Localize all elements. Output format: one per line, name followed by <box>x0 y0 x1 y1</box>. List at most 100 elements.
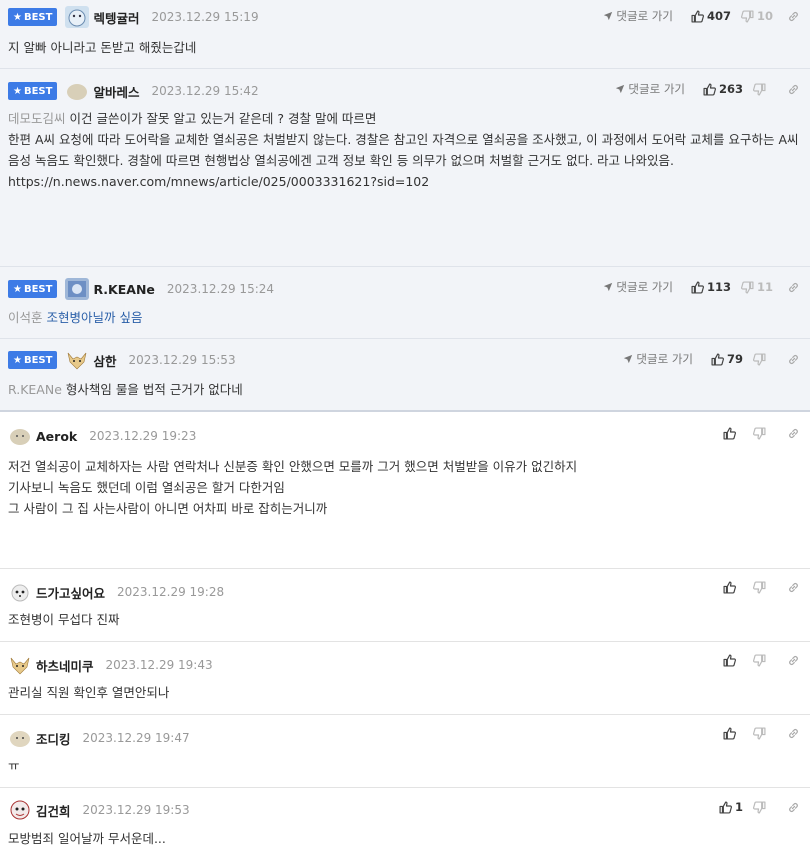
comment-text: 관리실 직원 확인후 열면안되나 <box>8 685 170 700</box>
thumbs-up-icon <box>703 83 716 96</box>
thumbs-down-icon <box>753 83 766 96</box>
reply-target[interactable]: 데모도김씨 <box>8 111 66 126</box>
comment-item: ★ BEST 렉텡귤러 2023.12.29 15:19 댓글로 가기 407 1… <box>0 0 810 69</box>
avatar[interactable] <box>65 6 90 28</box>
avatar[interactable] <box>8 581 32 603</box>
comment-text: 그 사람이 그 집 사는사람이 아니면 어차피 바로 잡히는거니까 <box>8 501 328 516</box>
upvote-button[interactable]: 1 <box>719 800 743 814</box>
comment-item: Aerok 2023.12.29 19:23 저건 열쇠공이 교체하자는 사람 … <box>0 412 810 569</box>
comment-text: ㅠ <box>8 758 20 773</box>
upvote-button[interactable]: 113 <box>691 280 731 294</box>
avatar[interactable] <box>8 799 32 821</box>
upvote-button[interactable]: 263 <box>703 82 743 96</box>
thumbs-down-icon <box>753 581 766 594</box>
thumbs-up-icon <box>691 10 704 23</box>
thumbs-up-icon <box>723 427 736 440</box>
downvote-button[interactable] <box>753 427 773 440</box>
avatar[interactable] <box>65 349 89 371</box>
reply-go-button[interactable]: 댓글로 가기 <box>615 81 685 97</box>
upvote-button[interactable] <box>723 654 743 667</box>
comment-author[interactable]: Aerok <box>36 429 77 444</box>
comment-author[interactable]: 조디킹 <box>36 729 71 748</box>
comment-text: 조현병이 무섭다 진짜 <box>8 612 120 627</box>
star-icon: ★ <box>13 354 22 366</box>
thumbs-down-icon <box>753 353 766 366</box>
reply-go-button[interactable]: 댓글로 가기 <box>623 351 693 367</box>
thumbs-down-icon <box>741 281 754 294</box>
comment-author[interactable]: 렉텡귤러 <box>93 8 139 27</box>
comment-item: 하츠네미쿠 2023.12.29 19:43 관리실 직원 확인후 열면안되나 <box>0 642 810 715</box>
upvote-button[interactable] <box>723 427 743 440</box>
link-icon[interactable] <box>787 83 800 96</box>
comment-text: 저건 열쇠공이 교체하자는 사람 연락처나 신분증 확인 안했으면 모를까 그거… <box>8 459 578 474</box>
arrow-icon <box>623 354 633 364</box>
thumbs-up-icon <box>719 801 732 814</box>
upvote-button[interactable] <box>723 727 743 740</box>
downvote-button[interactable] <box>753 801 773 814</box>
downvote-button[interactable]: 11 <box>741 280 773 294</box>
arrow-icon <box>615 84 625 94</box>
comment-author[interactable]: 하츠네미쿠 <box>36 656 94 675</box>
comment-date: 2023.12.29 15:24 <box>166 282 275 296</box>
comment-item: ★ BEST R.KEANe 2023.12.29 15:24 댓글로 가기 11… <box>0 267 810 339</box>
comment-author[interactable]: 알바레스 <box>93 82 139 101</box>
comment-author[interactable]: R.KEANe <box>93 282 154 297</box>
upvote-button[interactable]: 79 <box>711 352 743 366</box>
comment-item: 조디킹 2023.12.29 19:47 ㅠ <box>0 715 810 788</box>
comment-text: 조현병아닐까 싶음 <box>46 310 143 325</box>
link-icon[interactable] <box>787 353 800 366</box>
avatar[interactable] <box>65 80 89 102</box>
comment-item: 김건희 2023.12.29 19:53 1 모방범죄 일어날까 무서운데... <box>0 788 810 859</box>
avatar[interactable] <box>8 425 32 447</box>
comment-link[interactable]: https://n.news.naver.com/mnews/article/0… <box>8 171 800 192</box>
upvote-button[interactable] <box>723 581 743 594</box>
thumbs-up-icon <box>723 581 736 594</box>
downvote-button[interactable] <box>753 353 773 366</box>
link-icon[interactable] <box>787 581 800 594</box>
upvote-button[interactable]: 407 <box>691 9 731 23</box>
thumbs-down-icon <box>753 727 766 740</box>
reply-target[interactable]: R.KEANe <box>8 382 62 397</box>
downvote-button[interactable] <box>753 654 773 667</box>
best-badge: ★ BEST <box>8 351 58 369</box>
avatar[interactable] <box>8 654 32 676</box>
star-icon: ★ <box>13 85 22 97</box>
best-badge: ★ BEST <box>8 280 58 298</box>
link-icon[interactable] <box>787 727 800 740</box>
comment-item: ★ BEST 알바레스 2023.12.29 15:42 댓글로 가기 263 데… <box>0 69 810 267</box>
comment-author[interactable]: 김건희 <box>36 801 71 820</box>
comment-author[interactable]: 드가고싶어요 <box>36 583 105 602</box>
comment-author[interactable]: 삼한 <box>93 351 116 370</box>
reply-target[interactable]: 이석훈 <box>8 310 43 325</box>
thumbs-down-icon <box>753 801 766 814</box>
thumbs-down-icon <box>753 427 766 440</box>
comment-date: 2023.12.29 19:47 <box>82 731 190 745</box>
avatar[interactable] <box>65 278 90 300</box>
comment-date: 2023.12.29 15:53 <box>128 353 236 367</box>
best-badge: ★ BEST <box>8 82 58 100</box>
link-icon[interactable] <box>787 10 800 23</box>
comment-text: 모방범죄 일어날까 무서운데... <box>8 831 166 846</box>
thumbs-up-icon <box>723 727 736 740</box>
reply-go-button[interactable]: 댓글로 가기 <box>603 279 673 295</box>
comment-item: 드가고싶어요 2023.12.29 19:28 조현병이 무섭다 진짜 <box>0 569 810 642</box>
downvote-button[interactable]: 10 <box>741 9 773 23</box>
arrow-icon <box>603 11 613 21</box>
reply-go-button[interactable]: 댓글로 가기 <box>603 8 673 24</box>
thumbs-down-icon <box>753 654 766 667</box>
downvote-button[interactable] <box>753 727 773 740</box>
comment-item: ★ BEST 삼한 2023.12.29 15:53 댓글로 가기 79 R.KE… <box>0 339 810 412</box>
link-icon[interactable] <box>787 281 800 294</box>
link-icon[interactable] <box>787 427 800 440</box>
thumbs-up-icon <box>723 654 736 667</box>
link-icon[interactable] <box>787 801 800 814</box>
link-icon[interactable] <box>787 654 800 667</box>
avatar[interactable] <box>8 727 32 749</box>
thumbs-up-icon <box>711 353 724 366</box>
downvote-button[interactable] <box>753 581 773 594</box>
comment-date: 2023.12.29 19:28 <box>117 585 225 599</box>
comment-text: 한편 A씨 요청에 따라 도어락을 교체한 열쇠공은 처벌받지 않는다. 경찰은… <box>8 132 799 168</box>
comment-date: 2023.12.29 15:19 <box>151 10 259 24</box>
comment-date: 2023.12.29 15:42 <box>151 84 259 98</box>
downvote-button[interactable] <box>753 83 773 96</box>
